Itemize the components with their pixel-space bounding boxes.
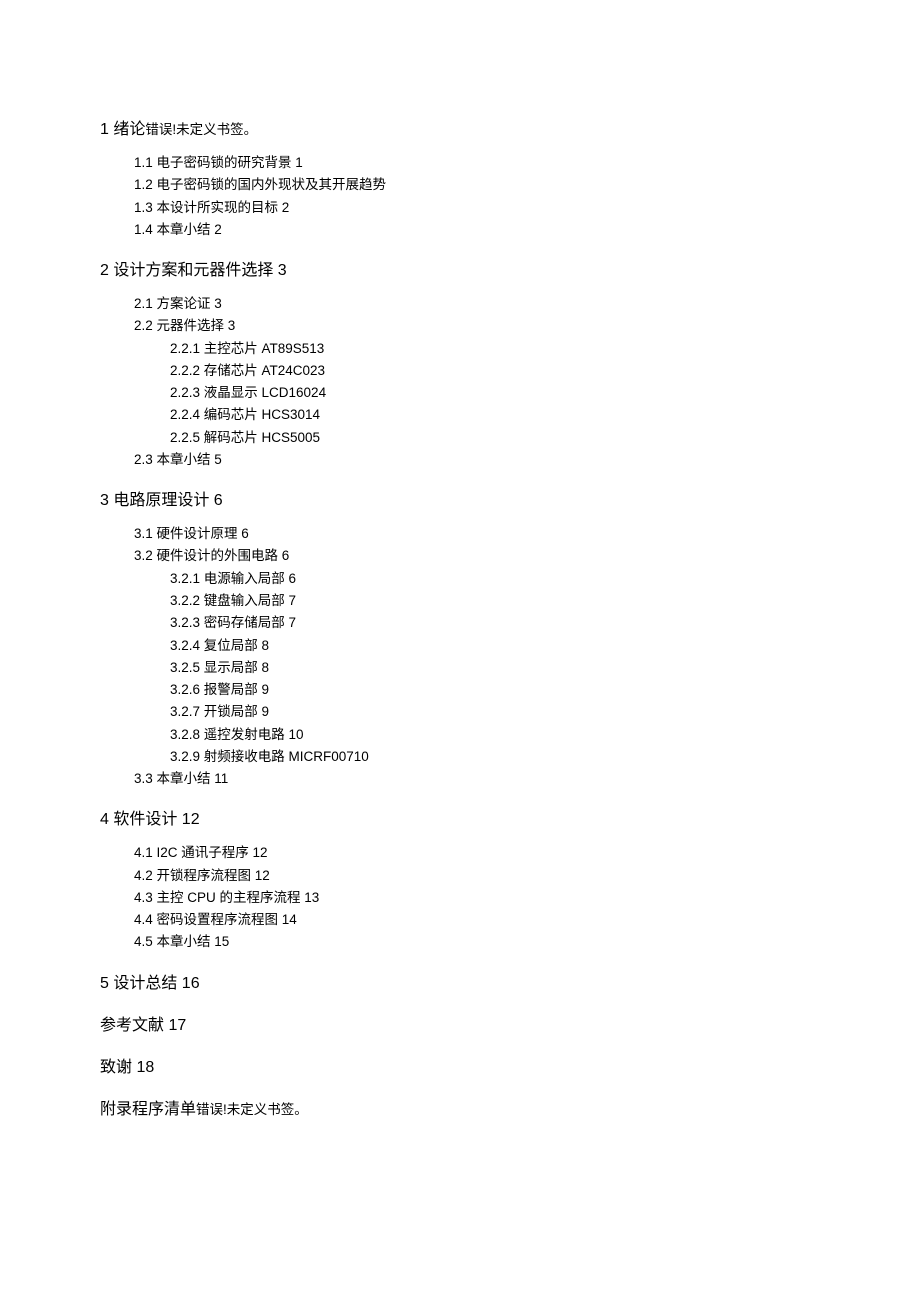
toc-item: 1.2 电子密码锁的国内外现状及其开展趋势 (134, 174, 820, 196)
appendix-title: 附录程序清单 (100, 1101, 196, 1118)
section-number: 5 (100, 975, 109, 992)
toc-subitem: 3.2.6 报警局部 9 (170, 679, 820, 701)
toc-item: 4.4 密码设置程序流程图 14 (134, 909, 820, 931)
toc-item: 2.1 方案论证 3 (134, 293, 820, 315)
toc-subitem: 2.2.5 解码芯片 HCS5005 (170, 427, 820, 449)
section-title: 设计总结 16 (109, 975, 200, 992)
toc-appendix: 附录程序清单错误!未定义书签。 (100, 1098, 820, 1122)
section-number: 4 (100, 811, 109, 828)
toc-subitem: 2.2.4 编码芯片 HCS3014 (170, 404, 820, 426)
toc-item: 3.2 硬件设计的外围电路 6 (134, 545, 820, 567)
section-number: 2 (100, 262, 109, 279)
document-page: 1 绪论错误!未定义书签。 1.1 电子密码锁的研究背景 1 1.2 电子密码锁… (0, 0, 920, 1212)
toc-section-5: 5 设计总结 16 (100, 972, 820, 996)
toc-section-2: 2 设计方案和元器件选择 3 (100, 259, 820, 283)
toc-item: 2.3 本章小结 5 (134, 449, 820, 471)
toc-subitem: 2.2.3 液晶显示 LCD16024 (170, 382, 820, 404)
toc-subitem: 3.2.7 开锁局部 9 (170, 701, 820, 723)
toc-subitem: 3.2.2 键盘输入局部 7 (170, 590, 820, 612)
section-title: 电路原理设计 6 (109, 492, 223, 509)
toc-item: 3.3 本章小结 11 (134, 768, 820, 790)
toc-item: 3.1 硬件设计原理 6 (134, 523, 820, 545)
section-title: 绪论 (113, 121, 145, 138)
toc-item: 4.1 I2C 通讯子程序 12 (134, 842, 820, 864)
toc-subitem: 3.2.5 显示局部 8 (170, 657, 820, 679)
toc-item: 1.4 本章小结 2 (134, 219, 820, 241)
toc-subitem: 2.2.1 主控芯片 AT89S513 (170, 338, 820, 360)
section-title: 软件设计 12 (109, 811, 200, 828)
toc-acknowledgements: 致谢 18 (100, 1056, 820, 1080)
toc-subitem: 3.2.1 电源输入局部 6 (170, 568, 820, 590)
toc-subitem: 2.2.2 存储芯片 AT24C023 (170, 360, 820, 382)
bookmark-error: 错误!未定义书签。 (196, 1102, 308, 1117)
section-number: 3 (100, 492, 109, 509)
toc-item: 2.2 元器件选择 3 (134, 315, 820, 337)
bookmark-error: 错误!未定义书签。 (145, 122, 257, 137)
toc-subitem: 3.2.8 遥控发射电路 10 (170, 724, 820, 746)
toc-section-4: 4 软件设计 12 (100, 808, 820, 832)
toc-references: 参考文献 17 (100, 1014, 820, 1038)
toc-section-3: 3 电路原理设计 6 (100, 489, 820, 513)
section-title: 设计方案和元器件选择 3 (109, 262, 287, 279)
toc-item: 4.2 开锁程序流程图 12 (134, 865, 820, 887)
toc-item: 1.3 本设计所实现的目标 2 (134, 197, 820, 219)
toc-item: 1.1 电子密码锁的研究背景 1 (134, 152, 820, 174)
section-number: 1 (100, 121, 109, 138)
toc-item: 4.3 主控 CPU 的主程序流程 13 (134, 887, 820, 909)
toc-section-1: 1 绪论错误!未定义书签。 (100, 118, 820, 142)
toc-subitem: 3.2.9 射频接收电路 MICRF00710 (170, 746, 820, 768)
toc-subitem: 3.2.4 复位局部 8 (170, 635, 820, 657)
toc-item: 4.5 本章小结 15 (134, 931, 820, 953)
toc-subitem: 3.2.3 密码存储局部 7 (170, 612, 820, 634)
